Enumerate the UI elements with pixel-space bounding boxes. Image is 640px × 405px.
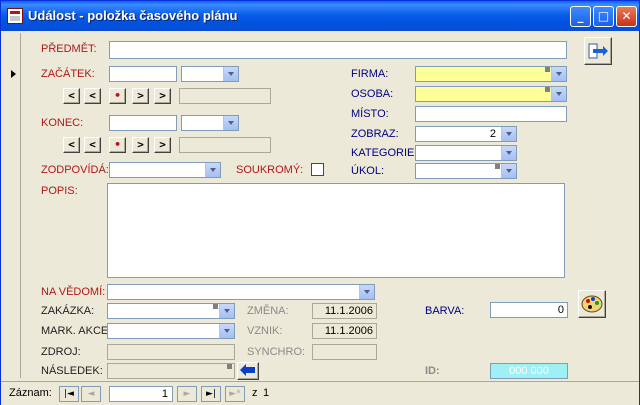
first-record-button[interactable]: |◄ <box>59 386 79 402</box>
na-vedomi-select[interactable] <box>107 284 375 300</box>
prev-record-button[interactable]: ◄ <box>81 386 101 402</box>
zobraz-label: ZOBRAZ: <box>351 128 399 140</box>
ukol-label: ÚKOL: <box>351 165 385 177</box>
mark-akce-label: MARK. AKCE: <box>41 325 112 337</box>
konec-extra-field <box>179 137 271 153</box>
firma-select[interactable] <box>415 66 567 82</box>
soukromy-checkbox[interactable] <box>311 163 324 176</box>
zacatek-extra-field <box>179 88 271 104</box>
export-arrow-icon <box>588 43 608 59</box>
zdroj-label: ZDROJ: <box>41 346 81 358</box>
next-record-button[interactable]: ► <box>177 386 197 402</box>
chevron-down-icon[interactable] <box>551 87 566 101</box>
zobraz-select[interactable]: 2 <box>415 126 517 142</box>
predmet-label: PŘEDMĚT: <box>41 43 97 55</box>
chevron-down-icon[interactable] <box>359 285 374 299</box>
zacatek-next-hour-button[interactable]: > <box>132 88 149 104</box>
popis-textarea[interactable] <box>107 183 565 278</box>
title-bar: Událost - položka časového plánu _ □ ✕ <box>1 1 639 31</box>
zacatek-time-select[interactable] <box>181 66 239 82</box>
nasledek-label: NÁSLEDEK: <box>41 365 103 377</box>
form-icon <box>7 8 23 24</box>
chevron-down-icon[interactable] <box>501 146 516 160</box>
goto-nasledek-button[interactable] <box>237 362 259 380</box>
soukromy-label: SOUKROMÝ: <box>236 164 304 176</box>
new-record-button[interactable]: ►* <box>225 386 245 402</box>
chevron-down-icon[interactable] <box>551 67 566 81</box>
osoba-label: OSOBA: <box>351 88 394 100</box>
konec-time-select[interactable] <box>181 115 239 131</box>
record-selector[interactable] <box>4 33 21 378</box>
na-vedomi-label: NA VĚDOMÍ: <box>41 286 106 298</box>
zakazka-label: ZAKÁZKA: <box>41 305 95 317</box>
close-button[interactable]: ✕ <box>616 6 637 27</box>
record-navigation-bar: Záznam: |◄ ◄ 1 ► ►| ►* z 1 <box>1 381 639 405</box>
chevron-down-icon[interactable] <box>219 304 234 318</box>
synchro-field <box>312 344 377 360</box>
minimize-button[interactable]: _ <box>570 6 591 27</box>
id-label: ID: <box>425 365 440 377</box>
zdroj-field <box>107 344 235 360</box>
export-button[interactable] <box>584 37 612 65</box>
konec-prev-hour-button[interactable]: < <box>84 137 101 153</box>
predmet-input[interactable] <box>109 41 567 59</box>
zodpovida-label: ZODPOVÍDÁ: <box>41 164 109 176</box>
zacatek-prev-day-button[interactable]: < <box>63 88 80 104</box>
chevron-down-icon[interactable] <box>205 163 220 177</box>
zmena-field: 11.1.2006 <box>312 303 377 319</box>
kategorie-select[interactable] <box>415 145 517 161</box>
zacatek-next-day-button[interactable]: > <box>154 88 171 104</box>
id-field: 000 000 <box>490 363 568 379</box>
chevron-down-icon[interactable] <box>501 164 516 178</box>
zmena-label: ZMĚNA: <box>247 305 289 317</box>
zakazka-select[interactable] <box>107 303 235 319</box>
osoba-select[interactable] <box>415 86 567 102</box>
kategorie-label: KATEGORIE: <box>351 147 418 159</box>
synchro-label: SYNCHRO: <box>247 346 306 358</box>
last-record-button[interactable]: ►| <box>201 386 221 402</box>
chevron-down-icon[interactable] <box>501 127 516 141</box>
window-title: Událost - položka časového plánu <box>28 8 238 23</box>
color-palette-button[interactable] <box>578 290 606 318</box>
konec-next-hour-button[interactable]: > <box>132 137 149 153</box>
misto-label: MÍSTO: <box>351 108 389 120</box>
konec-label: KONEC: <box>41 117 84 129</box>
zacatek-now-button[interactable]: • <box>109 88 126 104</box>
barva-input[interactable]: 0 <box>490 302 568 318</box>
event-form-window: Událost - položka časového plánu _ □ ✕ P… <box>0 0 640 405</box>
palette-icon <box>581 295 603 313</box>
record-of-label: z <box>252 387 258 399</box>
arrow-left-icon <box>240 364 255 376</box>
konec-next-day-button[interactable]: > <box>154 137 171 153</box>
zacatek-label: ZAČÁTEK: <box>41 68 95 80</box>
mark-akce-select[interactable] <box>107 323 235 339</box>
konec-date-input[interactable] <box>109 115 177 131</box>
chevron-down-icon[interactable] <box>223 116 238 130</box>
zodpovida-select[interactable] <box>109 162 221 178</box>
nasledek-field <box>107 363 235 379</box>
popis-label: POPIS: <box>41 185 78 197</box>
konec-now-button[interactable]: • <box>109 137 126 153</box>
vznik-label: VZNIK: <box>247 325 283 337</box>
firma-label: FIRMA: <box>351 68 389 80</box>
barva-label: BARVA: <box>425 305 465 317</box>
record-number-input[interactable]: 1 <box>109 386 173 402</box>
misto-input[interactable] <box>415 106 567 122</box>
maximize-button[interactable]: □ <box>593 6 614 27</box>
konec-prev-day-button[interactable]: < <box>63 137 80 153</box>
record-label: Záznam: <box>9 387 52 399</box>
zacatek-prev-hour-button[interactable]: < <box>84 88 101 104</box>
ukol-select[interactable] <box>415 163 517 179</box>
record-total: 1 <box>263 387 270 399</box>
chevron-down-icon[interactable] <box>219 324 234 338</box>
chevron-down-icon[interactable] <box>223 67 238 81</box>
vznik-field: 11.1.2006 <box>312 323 377 339</box>
current-record-arrow-icon <box>11 70 16 78</box>
zacatek-date-input[interactable] <box>109 66 177 82</box>
